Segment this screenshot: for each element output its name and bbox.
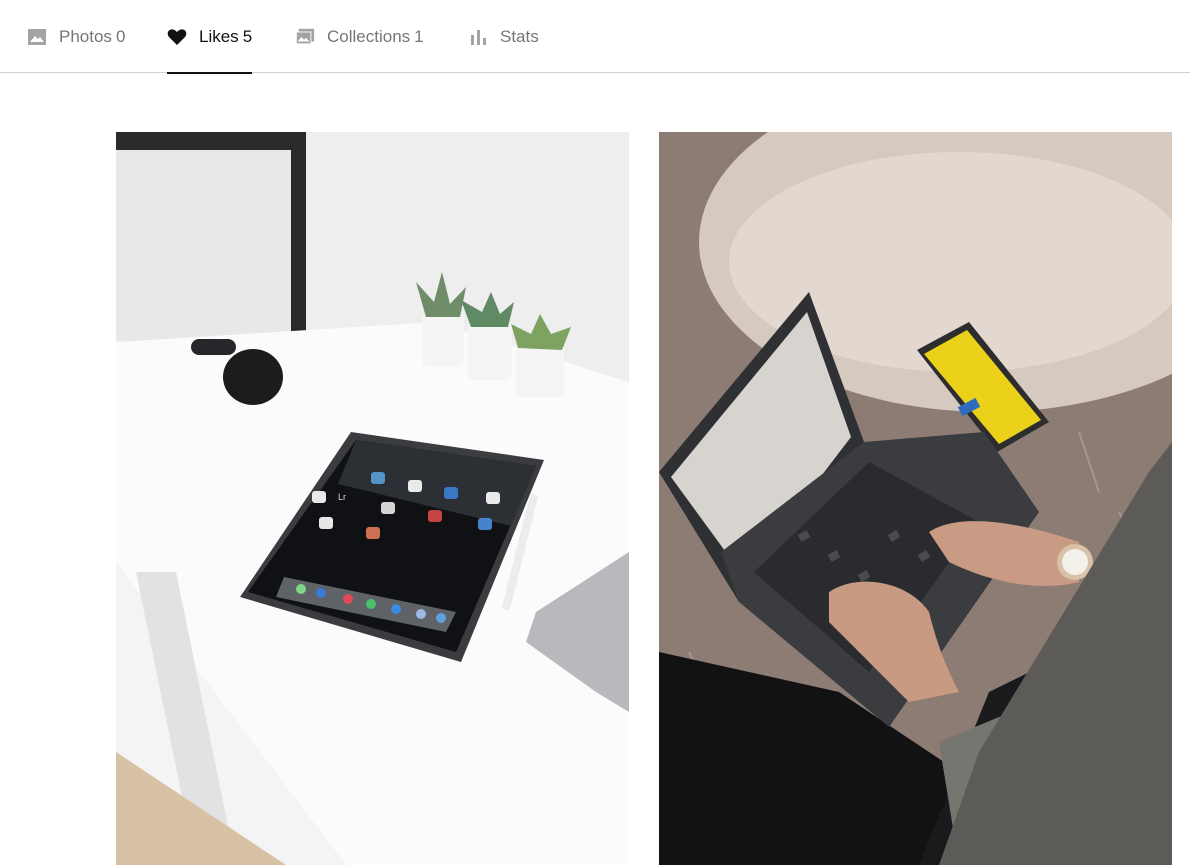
photo-ipad-desk-image: Lr (116, 132, 629, 865)
tab-likes-label: Likes (199, 26, 239, 46)
tab-photos-count: 0 (115, 26, 126, 46)
collections-icon (295, 27, 315, 47)
ipad-app-label: Lr (338, 492, 346, 502)
liked-photo-laptop-rug[interactable] (659, 132, 1172, 865)
image-icon (27, 27, 47, 47)
heart-icon (167, 27, 187, 47)
tab-photos[interactable]: Photos 0 (27, 0, 125, 73)
tab-stats[interactable]: Stats (468, 0, 539, 73)
tab-collections[interactable]: Collections 1 (295, 0, 424, 73)
stats-icon (468, 27, 488, 47)
tab-collections-label: Collections (327, 26, 411, 46)
photo-laptop-rug-image (659, 132, 1172, 865)
profile-tabs: Photos 0 Likes 5 Collections 1 Stats (0, 0, 1190, 74)
tab-likes-count: 5 (242, 26, 253, 46)
tab-photos-label: Photos (59, 26, 112, 46)
tab-likes[interactable]: Likes 5 (167, 0, 253, 74)
tab-collections-count: 1 (414, 26, 424, 46)
liked-photo-ipad-desk[interactable]: Lr (116, 132, 629, 865)
tab-stats-label: Stats (500, 26, 539, 46)
